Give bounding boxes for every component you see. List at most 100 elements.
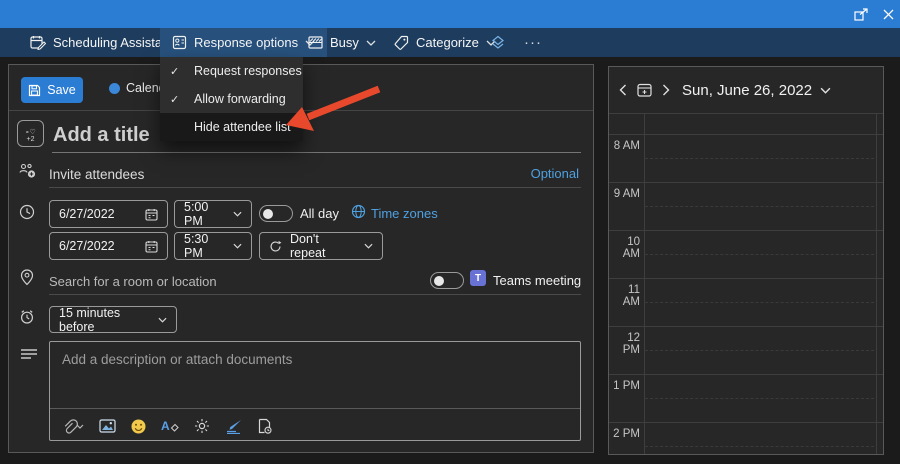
scheduling-assistant-button[interactable]: Scheduling Assistant [30, 28, 173, 57]
day-calendar-panel: Sun, June 26, 2022 8 AM 9 AM 10 AM 11 AM 12 … [608, 66, 884, 455]
go-to-date-icon[interactable] [637, 83, 652, 97]
scheduling-poll-icon[interactable] [490, 28, 506, 57]
optional-attendees-link[interactable]: Optional [531, 166, 579, 181]
insert-image-icon[interactable] [99, 419, 116, 433]
event-toolbar: Scheduling Assistant Response options Bu… [0, 28, 900, 57]
hour-row[interactable]: 12 PM [609, 326, 883, 374]
chevron-down-icon [366, 40, 376, 46]
alarm-icon [19, 309, 35, 325]
calendar-picker-icon [145, 240, 158, 253]
date-label: Sun, June 26, 2022 [682, 81, 813, 99]
location-underline [49, 294, 581, 295]
clock-icon [19, 204, 35, 220]
teams-meeting-label: Teams meeting [493, 273, 582, 288]
calendar-color-dot [109, 83, 120, 94]
brightness-icon[interactable] [194, 418, 210, 434]
all-day-toggle[interactable] [259, 205, 293, 222]
scheduling-assistant-label: Scheduling Assistant [53, 35, 173, 50]
location-pin-icon [20, 269, 34, 286]
repeat-value: Don't repeat [290, 232, 326, 260]
hour-label: 10 AM [622, 236, 640, 260]
checkmark-icon: ✓ [170, 65, 180, 78]
popout-icon[interactable] [854, 7, 869, 21]
busy-icon [308, 36, 323, 49]
menu-item-label: Request responses [194, 64, 302, 78]
window-titlebar [0, 0, 900, 28]
hour-row[interactable]: 10 AM [609, 230, 883, 278]
start-time-value: 5:00 PM [184, 200, 209, 228]
response-options-button[interactable]: Response options [160, 28, 328, 57]
date-picker-button[interactable]: Sun, June 26, 2022 [682, 82, 831, 99]
categorize-button[interactable]: Categorize [394, 28, 496, 57]
teams-icon: T [470, 270, 486, 286]
scheduling-assistant-icon [30, 35, 46, 50]
busy-label: Busy [330, 35, 359, 50]
repeat-field[interactable]: Don't repeat [259, 232, 383, 260]
hour-label: 2 PM [613, 428, 640, 440]
hour-row[interactable]: 11 AM [609, 278, 883, 326]
charm-icon: ∘♡ [25, 129, 36, 136]
description-icon [20, 348, 38, 360]
end-date-field[interactable]: 6/27/2022 [49, 232, 168, 260]
toggle-knob [434, 275, 444, 286]
invite-attendees-icon [19, 163, 37, 179]
start-time-field[interactable]: 5:00 PM [174, 200, 252, 228]
menu-item-allow-forwarding[interactable]: ✓ Allow forwarding [160, 85, 303, 113]
all-day-label: All day [300, 206, 340, 221]
chevron-down-icon [233, 243, 242, 249]
location-input[interactable] [49, 271, 389, 291]
response-options-icon [172, 35, 187, 50]
font-style-icon[interactable]: A [161, 419, 179, 434]
response-options-menu: ✓ Request responses ✓ Allow forwarding H… [160, 57, 303, 141]
loop-document-icon[interactable] [258, 418, 272, 434]
description-box: A [49, 341, 581, 441]
invite-attendees-input[interactable] [49, 164, 479, 184]
hour-row[interactable]: 8 AM [609, 134, 883, 182]
title-underline [52, 152, 581, 153]
next-day-button[interactable] [662, 84, 670, 96]
attendees-underline [49, 187, 581, 188]
chevron-down-icon [364, 243, 373, 249]
hour-row[interactable]: 9 AM [609, 182, 883, 230]
repeat-icon [269, 240, 282, 253]
previous-day-button[interactable] [619, 84, 627, 96]
start-date-field[interactable]: 6/27/2022 [49, 200, 168, 228]
end-time-field[interactable]: 5:30 PM [174, 232, 252, 260]
save-label: Save [47, 83, 76, 97]
toggle-knob [263, 208, 273, 219]
time-grid: 8 AM 9 AM 10 AM 11 AM 12 PM 1 PM 2 PM [609, 114, 883, 454]
reminder-value: 15 minutes before [59, 305, 121, 334]
signature-pen-icon[interactable] [225, 419, 243, 434]
calendar-header: Sun, June 26, 2022 [609, 67, 883, 114]
event-charm-picker-button[interactable]: ∘♡ +2 [17, 120, 44, 147]
end-date-value: 6/27/2022 [59, 239, 115, 253]
save-button[interactable]: Save [21, 77, 83, 103]
more-options-button[interactable]: ··· [524, 28, 542, 57]
hour-row[interactable]: 1 PM [609, 374, 883, 422]
calendar-picker-icon [145, 208, 158, 221]
menu-item-hide-attendee-list[interactable]: Hide attendee list [160, 113, 303, 141]
hour-label: 9 AM [613, 188, 640, 200]
busy-status-button[interactable]: Busy [308, 28, 376, 57]
hour-row[interactable]: 2 PM [609, 422, 883, 454]
teams-meeting-toggle[interactable] [430, 272, 464, 289]
menu-item-request-responses[interactable]: ✓ Request responses [160, 57, 303, 85]
time-zones-link[interactable]: Time zones [371, 206, 438, 221]
end-time-value: 5:30 PM [184, 232, 209, 260]
description-divider [50, 408, 580, 409]
globe-icon [351, 204, 366, 219]
description-input[interactable] [50, 342, 580, 406]
chevron-down-icon [820, 87, 831, 94]
attach-file-icon[interactable] [62, 418, 84, 434]
categorize-label: Categorize [416, 35, 479, 50]
reminder-field[interactable]: 15 minutes before [49, 305, 177, 334]
partial-hour-spacer [609, 114, 883, 134]
emoji-icon[interactable] [131, 419, 146, 434]
svg-text:A: A [161, 419, 170, 433]
close-icon[interactable] [883, 9, 894, 20]
hour-label: 12 PM [622, 332, 640, 356]
description-toolbar: A [62, 412, 272, 440]
hour-label: 8 AM [613, 140, 640, 152]
time-grid-rows: 8 AM 9 AM 10 AM 11 AM 12 PM 1 PM 2 PM [609, 114, 883, 454]
checkmark-icon: ✓ [170, 93, 180, 106]
